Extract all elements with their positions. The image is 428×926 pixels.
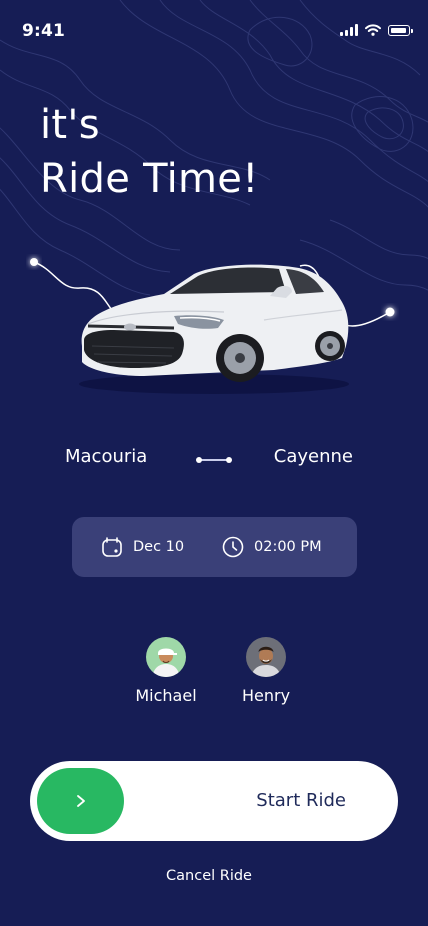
chevron-right-icon [76,795,85,807]
status-bar: 9:41 [0,0,428,60]
ride-date-label: Dec 10 [133,539,185,555]
route-connector-icon [196,455,232,465]
calendar-icon [102,537,122,557]
page-title: it's Ride Time! [40,98,259,206]
car-image [79,264,349,394]
ride-date: Dec 10 [101,536,184,558]
avatar [146,637,186,677]
start-ride-slider[interactable]: Start Ride [30,761,398,841]
signal-icon [340,24,358,36]
passenger-michael[interactable]: Michael [121,637,211,705]
status-time: 9:41 [22,21,66,41]
title-line-2: Ride Time! [40,156,259,202]
slider-handle[interactable] [37,768,124,834]
start-ride-label: Start Ride [256,790,346,811]
avatar [246,637,286,677]
status-icons [340,24,413,36]
ride-time: 02:00 PM [222,536,322,558]
battery-icon [388,24,413,36]
wifi-icon [365,24,381,36]
clock-icon [222,536,244,558]
passenger-name: Henry [241,686,291,705]
ride-time-label: 02:00 PM [254,539,322,555]
title-line-1: it's [40,102,100,148]
cancel-ride-button[interactable]: Cancel Ride [0,868,418,884]
ride-screen: 9:41 it's Ride Time! Macouria Cayenne De… [0,0,428,926]
origin-city: Macouria [65,446,148,467]
destination-city: Cayenne [273,446,353,467]
passenger-name: Michael [135,686,197,705]
route-summary: Macouria Cayenne [0,446,428,476]
passenger-henry[interactable]: Henry [221,637,311,705]
schedule-card: Dec 10 02:00 PM [72,517,357,577]
